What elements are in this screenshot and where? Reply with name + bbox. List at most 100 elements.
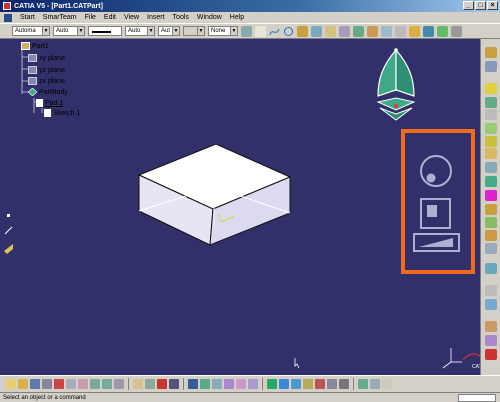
zoom-in-icon[interactable] (236, 379, 246, 389)
annotation-icon[interactable] (485, 349, 497, 360)
menu-insert[interactable]: Insert (147, 14, 165, 21)
point-symbol-combo[interactable]: Aut ▼ (158, 26, 180, 36)
analysis-icon[interactable] (451, 25, 462, 37)
mirror-icon[interactable] (485, 230, 497, 241)
maximize-button[interactable]: □ (475, 1, 486, 10)
shell-icon[interactable] (485, 162, 497, 173)
menu-view[interactable]: View (124, 14, 139, 21)
rendering-combo[interactable]: ▼ (183, 26, 205, 36)
insert-body-icon[interactable] (485, 285, 497, 296)
layer-combo[interactable]: None ▼ (208, 26, 238, 36)
compass-widget[interactable] (368, 44, 428, 124)
thickness-icon[interactable] (485, 176, 497, 187)
line-thickness-combo[interactable] (88, 26, 122, 36)
menu-window[interactable]: Window (197, 14, 222, 21)
open-icon[interactable] (18, 379, 28, 389)
exit-workbench-icon[interactable] (485, 61, 497, 72)
apply-material-icon[interactable] (358, 379, 368, 389)
menu-edit[interactable]: Edit (104, 14, 116, 21)
circle-tool-icon[interactable] (283, 26, 294, 37)
thread-icon[interactable] (485, 190, 497, 201)
sketch-tools-icon[interactable] (423, 25, 434, 37)
stop-icon[interactable] (157, 379, 167, 389)
tree-root-part[interactable]: Part1 (21, 42, 49, 50)
tree-pad[interactable]: Pad.1 (36, 99, 63, 107)
command-input[interactable] (458, 394, 496, 402)
save-icon[interactable] (30, 379, 40, 389)
scale-icon[interactable] (485, 263, 497, 274)
menu-tools[interactable]: Tools (173, 14, 189, 21)
swap-space-icon[interactable] (315, 379, 325, 389)
menu-help[interactable]: Help (230, 14, 244, 21)
knowledge-icon[interactable] (145, 379, 155, 389)
menu-start[interactable]: Start (20, 14, 35, 21)
properties-icon[interactable] (255, 25, 266, 37)
tree-zx-plane[interactable]: zx plane (28, 77, 65, 85)
measure-icon[interactable] (353, 25, 364, 37)
join-icon[interactable] (339, 25, 350, 37)
fly-mode-icon[interactable] (188, 379, 198, 389)
fillet-tool-icon[interactable] (485, 136, 497, 147)
catalog-icon[interactable] (169, 379, 179, 389)
pattern-icon[interactable] (485, 243, 497, 254)
cut-icon[interactable] (54, 379, 64, 389)
assemble-icon[interactable] (485, 299, 497, 310)
anchor-icon[interactable] (485, 335, 497, 346)
copy-icon[interactable] (66, 379, 76, 389)
fill-color-combo[interactable]: Automa ▼ (12, 26, 50, 36)
view-mode-icon[interactable] (291, 379, 301, 389)
constraint-icon[interactable] (485, 321, 497, 332)
normal-view-icon[interactable] (267, 379, 277, 389)
tree-xy-plane[interactable]: xy plane (28, 54, 65, 62)
catia-app-icon (3, 2, 11, 10)
fit-all-icon[interactable] (200, 379, 210, 389)
sweep-icon[interactable] (311, 25, 322, 37)
transparency-combo[interactable]: Auto ▼ (53, 26, 85, 36)
tree-yz-plane[interactable]: yz plane (28, 66, 65, 74)
menu-file[interactable]: File (85, 14, 96, 21)
catia-menu-logo-icon (4, 13, 12, 22)
iso-view-icon[interactable] (279, 379, 289, 389)
print-icon[interactable] (42, 379, 52, 389)
measure-between-icon[interactable] (370, 379, 380, 389)
fill-surface-icon[interactable] (325, 25, 336, 37)
pan-icon[interactable] (212, 379, 222, 389)
sketcher-icon[interactable] (485, 47, 497, 58)
whats-this-icon[interactable] (114, 379, 124, 389)
edge-fillet-icon[interactable] (381, 25, 392, 37)
line-type-combo[interactable]: Auto ▼ (125, 26, 155, 36)
undo-icon[interactable] (90, 379, 100, 389)
material-icon[interactable] (437, 25, 448, 37)
spline-icon[interactable] (269, 26, 280, 37)
rib-icon[interactable] (485, 123, 497, 134)
new-icon[interactable] (6, 379, 16, 389)
extract-icon[interactable] (297, 25, 308, 37)
paste-icon[interactable] (78, 379, 88, 389)
minimize-button[interactable]: _ (463, 1, 474, 10)
tree-sketch[interactable]: Sketch.1 (44, 109, 80, 117)
sectioning-icon[interactable] (382, 379, 392, 389)
plane-tool-icon[interactable] (4, 244, 13, 254)
formula-icon[interactable] (133, 379, 143, 389)
tree-partbody[interactable]: PartBody (27, 87, 68, 97)
point-tool-icon[interactable] (7, 214, 10, 217)
split-icon[interactable] (485, 204, 497, 215)
translate-icon[interactable] (485, 217, 497, 228)
draft-icon[interactable] (485, 148, 497, 159)
wireframe-icon[interactable] (339, 379, 349, 389)
pad-tool-icon[interactable] (485, 83, 497, 94)
hide-show-icon[interactable] (303, 379, 313, 389)
rotate-icon[interactable] (224, 379, 234, 389)
menu-smarteam[interactable]: SmarTeam (43, 14, 77, 21)
hole-icon[interactable] (485, 109, 497, 120)
painter-icon[interactable] (241, 25, 252, 37)
shaft-icon[interactable] (485, 97, 497, 108)
zoom-out-icon[interactable] (248, 379, 258, 389)
pocket-icon[interactable] (367, 25, 378, 37)
chamfer-icon[interactable] (395, 25, 406, 37)
shading-icon[interactable] (327, 379, 337, 389)
boolean-icon[interactable] (409, 25, 420, 37)
close-button[interactable]: × (487, 1, 498, 10)
redo-icon[interactable] (102, 379, 112, 389)
line-tool-icon[interactable] (4, 226, 13, 235)
